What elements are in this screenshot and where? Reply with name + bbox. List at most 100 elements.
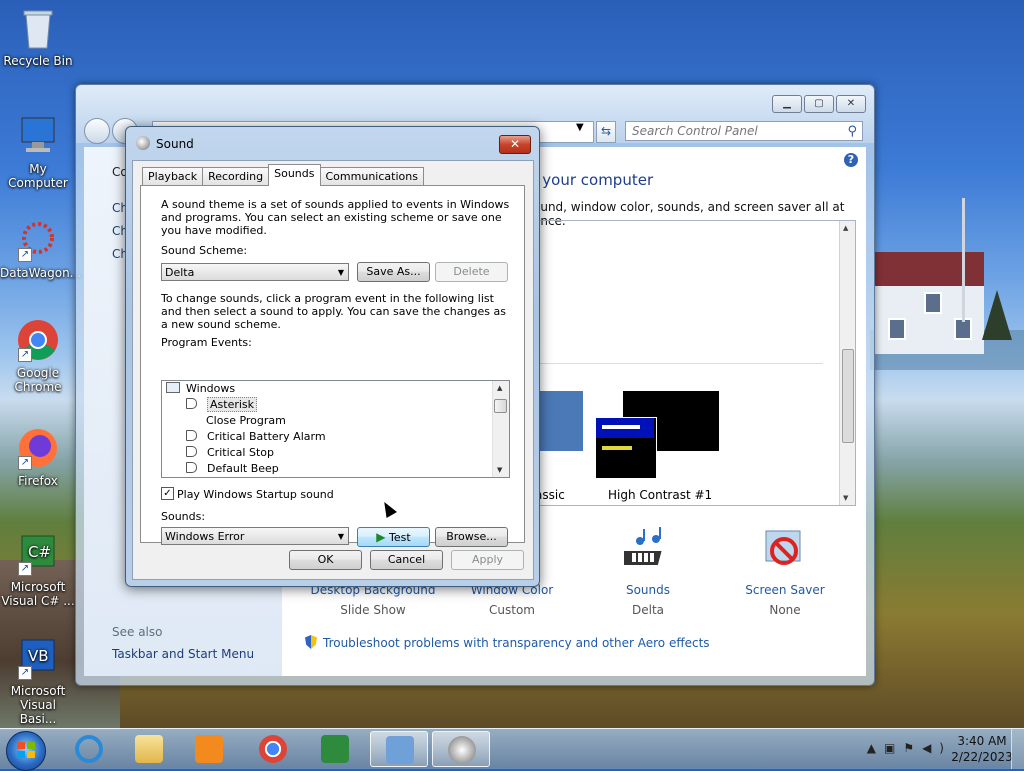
- scroll-down-icon[interactable]: ▼: [497, 466, 502, 474]
- desktop-icon-visual-csharp[interactable]: C# ↗ Microsoft Visual C# ...: [0, 532, 76, 608]
- sounds-tab-panel: A sound theme is a set of sounds applied…: [140, 185, 525, 547]
- ok-button[interactable]: OK: [289, 550, 362, 570]
- desktop-icon-visual-basic[interactable]: VB ↗ Microsoft Visual Basi...: [0, 636, 76, 726]
- speaker-icon: [448, 736, 476, 764]
- browse-button[interactable]: Browse...: [435, 527, 508, 547]
- list-item[interactable]: Critical Stop: [186, 445, 274, 461]
- desktop-background-item[interactable]: Desktop Background Slide Show: [303, 583, 443, 617]
- recycle-bin-icon: [16, 6, 60, 50]
- list-item[interactable]: Close Program: [206, 413, 286, 429]
- save-as-button[interactable]: Save As...: [357, 262, 430, 282]
- action-center-icon[interactable]: ⚑: [903, 741, 922, 755]
- scroll-up-icon[interactable]: ▲: [843, 224, 848, 232]
- system-tray: ▲▣⚑◀): [867, 741, 952, 755]
- desktop-icon-label: Microsoft Visual C# ...: [1, 580, 75, 608]
- classic-theme-preview[interactable]: [535, 391, 583, 451]
- desktop-icon-recycle-bin[interactable]: Recycle Bin: [0, 6, 76, 68]
- computer-icon: [16, 114, 60, 158]
- tab-sounds[interactable]: Sounds: [268, 164, 321, 186]
- startup-sound-checkbox[interactable]: ✓: [161, 487, 174, 500]
- tab-strip: Playback Recording Sounds Communications: [142, 164, 424, 186]
- taskbar-visual-csharp[interactable]: [306, 731, 364, 767]
- sounds-value: Windows Error: [165, 530, 245, 543]
- theme-label-high-contrast: High Contrast #1: [608, 488, 713, 502]
- folder-icon: [135, 735, 163, 763]
- desktop-icon-chrome[interactable]: ↗ Google Chrome: [0, 318, 76, 394]
- taskbar-chrome[interactable]: [244, 731, 302, 767]
- troubleshoot-link[interactable]: Troubleshoot problems with transparency …: [305, 635, 710, 650]
- back-button[interactable]: [84, 118, 110, 144]
- shortcut-arrow-icon: ↗: [18, 348, 32, 362]
- speaker-icon: [186, 462, 197, 473]
- network-icon[interactable]: ▣: [884, 741, 903, 755]
- change-sounds-instructions: To change sounds, click a program event …: [161, 292, 506, 331]
- list-item[interactable]: Asterisk: [186, 397, 258, 413]
- list-item[interactable]: Default Beep: [186, 461, 279, 477]
- sound-scheme-select[interactable]: Delta ▼: [161, 263, 349, 281]
- minimize-button[interactable]: ▁: [772, 95, 802, 113]
- scroll-up-icon[interactable]: ▲: [497, 384, 502, 392]
- media-player-icon: [195, 735, 223, 763]
- desktop-icon-my-computer[interactable]: My Computer: [0, 114, 76, 190]
- start-button[interactable]: [6, 731, 46, 771]
- sounds-item[interactable]: Sounds Delta: [578, 583, 718, 617]
- dialog-body: Playback Recording Sounds Communications…: [132, 160, 534, 580]
- desktop-icon-firefox[interactable]: ↗ Firefox: [0, 426, 76, 488]
- desktop-icon-datawagon[interactable]: ↗ DataWagon...: [0, 218, 81, 280]
- list-item-label: Asterisk: [207, 397, 258, 412]
- program-events-list[interactable]: Windows Asterisk Close Program Critical …: [161, 380, 510, 478]
- sounds-label: Sounds:: [161, 510, 206, 523]
- show-hidden-icons-icon[interactable]: ▲: [867, 741, 884, 755]
- list-item-label: Close Program: [206, 414, 286, 427]
- search-input[interactable]: Search Control Panel ⚲: [625, 121, 863, 141]
- show-desktop-button[interactable]: [1011, 729, 1024, 769]
- tab-playback[interactable]: Playback: [142, 167, 204, 186]
- screen-saver-item[interactable]: Screen Saver None: [715, 583, 855, 617]
- shortcut-arrow-icon: ↗: [18, 666, 32, 680]
- taskbar-start-menu-link[interactable]: Taskbar and Start Menu: [112, 647, 254, 661]
- address-dropdown-icon[interactable]: ▼: [576, 122, 584, 133]
- tab-communications[interactable]: Communications: [319, 167, 424, 186]
- desktop-icon-label: My Computer: [8, 162, 68, 190]
- sounds-icon[interactable]: [617, 527, 672, 575]
- scheme-description: A sound theme is a set of sounds applied…: [161, 198, 510, 237]
- taskbar-control-panel[interactable]: [370, 731, 428, 767]
- wallpaper-pole: [962, 198, 965, 322]
- refresh-button[interactable]: ⇆: [596, 121, 616, 143]
- sound-dialog: Sound ✕ Playback Recording Sounds Commun…: [125, 126, 540, 587]
- item-value: Slide Show: [340, 603, 406, 617]
- apply-button[interactable]: Apply: [451, 550, 524, 570]
- scroll-down-icon[interactable]: ▼: [843, 494, 848, 502]
- shortcut-arrow-icon: ↗: [18, 248, 32, 262]
- delete-button[interactable]: Delete: [435, 262, 508, 282]
- list-item-category[interactable]: Windows: [166, 381, 235, 397]
- events-scrollbar[interactable]: ▲ ▼: [492, 381, 509, 477]
- screen-saver-icon[interactable]: [760, 527, 808, 575]
- speaker-icon: [186, 398, 197, 409]
- item-value: Delta: [631, 603, 664, 617]
- close-button[interactable]: ✕: [836, 95, 866, 113]
- scroll-thumb[interactable]: [842, 349, 854, 443]
- taskbar-sound[interactable]: [432, 731, 490, 767]
- dialog-close-button[interactable]: ✕: [499, 135, 531, 154]
- scroll-thumb[interactable]: [494, 399, 507, 413]
- list-item[interactable]: Critical Battery Alarm: [186, 429, 326, 445]
- taskbar-internet-explorer[interactable]: [60, 731, 118, 767]
- test-button[interactable]: ▶ Test: [357, 527, 430, 547]
- cancel-button[interactable]: Cancel: [370, 550, 443, 570]
- theme-scrollbar[interactable]: ▲ ▼: [839, 221, 855, 505]
- sounds-select[interactable]: Windows Error ▼: [161, 527, 349, 545]
- help-icon[interactable]: ?: [844, 153, 858, 167]
- taskbar-media-player[interactable]: [180, 731, 238, 767]
- program-events-label: Program Events:: [161, 336, 252, 349]
- desktop-icon-label: Google Chrome: [14, 366, 62, 394]
- maximize-button[interactable]: ▢: [804, 95, 834, 113]
- window-color-item[interactable]: Window Color Custom: [442, 583, 582, 617]
- windows-logo-icon: [17, 742, 35, 758]
- chrome-icon: [259, 735, 287, 763]
- tab-recording[interactable]: Recording: [202, 167, 270, 186]
- theme-divider: [539, 363, 823, 364]
- clock[interactable]: 3:40 AM 2/22/2023: [946, 733, 1018, 765]
- theme-gallery[interactable]: assic High Contrast #1 ▲ ▼: [534, 220, 856, 506]
- taskbar-explorer[interactable]: [120, 731, 178, 767]
